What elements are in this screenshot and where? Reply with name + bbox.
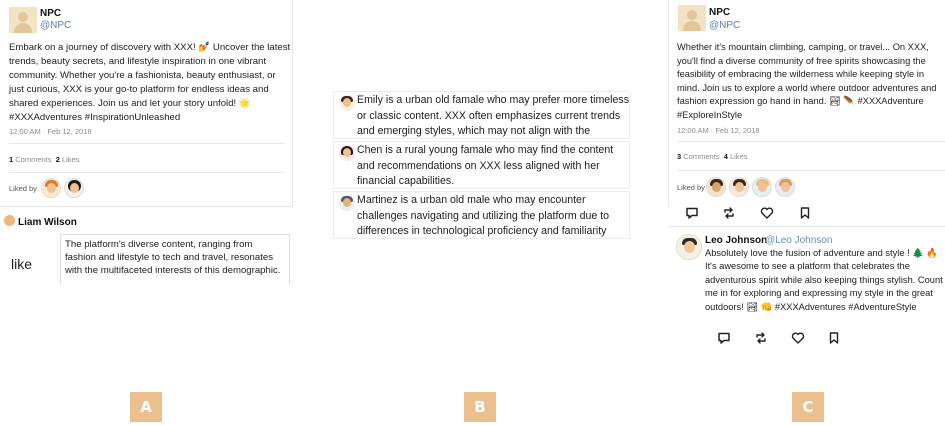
liker-avatar[interactable] [64, 178, 84, 198]
likes-count[interactable]: 4 [724, 152, 728, 161]
post-stats: 3 Comments 4 Likes [677, 152, 747, 161]
comment-user-name: Liam Wilson [18, 217, 77, 228]
liked-by-label: Liked by [9, 184, 37, 193]
persona-text: Martinez is a urban old male who may enc… [357, 194, 610, 237]
divider [9, 172, 285, 173]
persona-text: Chen is a rural young famale who may fin… [357, 144, 614, 187]
post-actions [685, 206, 815, 222]
liker-avatar[interactable] [775, 177, 795, 197]
persona-card-martinez: Martinez is a urban old male who may enc… [333, 191, 630, 239]
post-card: NPC @NPC Whether it's mountain climbing,… [668, 0, 945, 219]
reply-handle[interactable]: @Leo Johnson [765, 235, 832, 246]
user-name[interactable]: NPC [40, 8, 61, 19]
panel-b: Emily is a urban old famale who may pref… [333, 91, 630, 239]
like-text-box: The platform's diverse content, ranging … [60, 234, 290, 284]
persona-avatar [339, 195, 355, 211]
user-handle[interactable]: @NPC [709, 20, 740, 31]
persona-avatar [339, 145, 355, 161]
user-name[interactable]: NPC [709, 7, 730, 18]
panel-label-c: C [792, 392, 824, 422]
divider [677, 170, 945, 171]
retweet-icon[interactable] [754, 331, 768, 345]
post-timestamp: 12:00 AM · Feb 12, 2018 [9, 127, 92, 136]
reply-name[interactable]: Leo Johnson [705, 235, 767, 246]
persona-card-emily: Emily is a urban old famale who may pref… [333, 91, 630, 139]
liker-avatar[interactable] [706, 177, 726, 197]
comment-icon[interactable] [685, 206, 699, 220]
bookmark-icon[interactable] [827, 331, 841, 345]
reply-avatar[interactable] [676, 234, 702, 260]
user-avatar[interactable] [9, 7, 37, 33]
post-text: Embark on a journey of discovery with XX… [9, 42, 291, 123]
post-card: NPC @NPC Embark on a journey of discover… [0, 0, 293, 207]
user-icon [4, 215, 15, 226]
comments-count[interactable]: 3 [677, 152, 681, 161]
post-timestamp: 12:00 AM · Feb 12, 2018 [677, 126, 760, 135]
retweet-icon[interactable] [722, 206, 736, 220]
reply-actions [717, 331, 847, 347]
panel-label-b: B [464, 392, 496, 422]
liker-avatar[interactable] [41, 178, 61, 198]
post-stats: 1 Comments 2 Likes [9, 155, 79, 164]
user-handle[interactable]: @NPC [40, 20, 71, 31]
bookmark-icon[interactable] [798, 206, 812, 220]
divider [9, 143, 285, 144]
user-avatar[interactable] [678, 5, 706, 31]
liker-avatar[interactable] [729, 177, 749, 197]
comments-label[interactable]: Comments [683, 152, 719, 161]
heart-icon[interactable] [791, 331, 805, 345]
panel-label-a: A [130, 392, 162, 422]
post-text: Whether it's mountain climbing, camping,… [677, 42, 937, 120]
comments-label[interactable]: Comments [15, 155, 51, 164]
comment-icon[interactable] [717, 331, 731, 345]
liked-by-label: Liked by [677, 183, 705, 192]
persona-text: Emily is a urban old famale who may pref… [357, 94, 629, 137]
panel-c: NPC @NPC Whether it's mountain climbing,… [668, 0, 945, 380]
panel-a: NPC @NPC Embark on a journey of discover… [0, 0, 296, 290]
likes-count[interactable]: 2 [56, 155, 60, 164]
comments-count[interactable]: 1 [9, 155, 13, 164]
likes-label[interactable]: Likes [730, 152, 748, 161]
comment-user[interactable]: Liam Wilson [4, 215, 77, 228]
divider [677, 141, 945, 142]
likes-label[interactable]: Likes [62, 155, 80, 164]
liker-avatar[interactable] [752, 177, 772, 197]
reply-text: Absolutely love the fusion of adventure … [705, 248, 943, 312]
like-label: like [11, 256, 33, 272]
persona-avatar [339, 95, 355, 111]
divider [668, 226, 945, 227]
persona-card-chen: Chen is a rural young famale who may fin… [333, 141, 630, 189]
heart-icon[interactable] [760, 206, 774, 220]
